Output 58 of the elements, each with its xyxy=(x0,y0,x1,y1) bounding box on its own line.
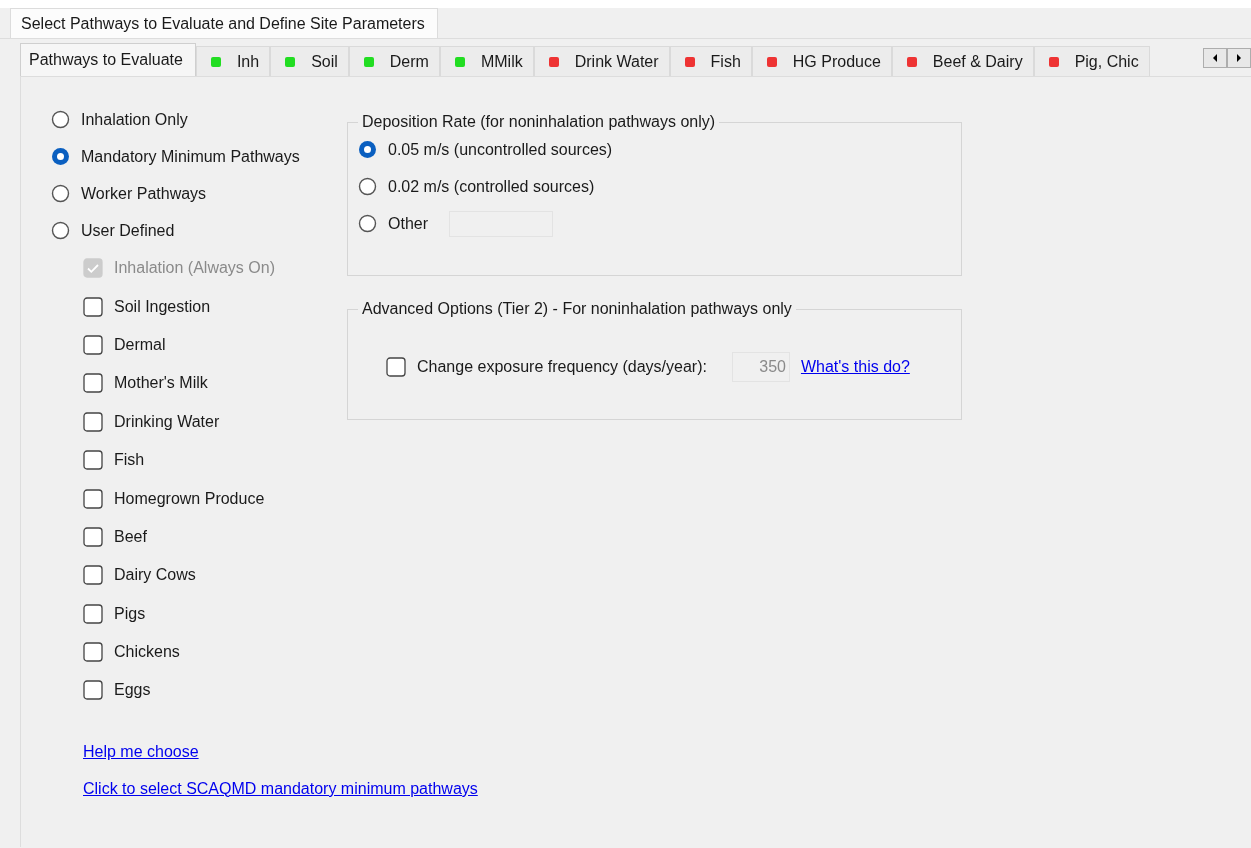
radio-button[interactable] xyxy=(358,214,377,233)
checkbox-label: Pigs xyxy=(114,604,146,623)
link[interactable]: Click to select SCAQMD mandatory minimum pathways xyxy=(83,779,478,798)
checkbox-label: Dermal xyxy=(114,335,166,354)
radio-label: 0.05 m/s (uncontrolled sources) xyxy=(388,140,613,159)
radio-label: Worker Pathways xyxy=(81,184,207,203)
tab[interactable]: Soil xyxy=(270,46,349,76)
checkbox[interactable] xyxy=(83,296,103,317)
tab[interactable]: Derm xyxy=(348,46,440,76)
checkbox-label: Dairy Cows xyxy=(114,566,196,585)
checkbox-label: Mother's Milk xyxy=(114,374,208,393)
checkbox-label: Change exposure frequency (days/year): xyxy=(417,358,707,376)
radio-button[interactable] xyxy=(51,184,70,203)
radio-button[interactable] xyxy=(358,140,377,159)
checkbox[interactable] xyxy=(83,642,103,663)
radio-button[interactable] xyxy=(358,177,377,196)
checkbox[interactable] xyxy=(83,373,103,394)
radio-label: 0.02 m/s (controlled sources) xyxy=(388,177,595,196)
checkbox-label: Soil Ingestion xyxy=(114,297,211,316)
checkbox-label: Beef xyxy=(114,527,147,546)
tab[interactable]: Beef & Dairy xyxy=(891,46,1034,76)
checkbox-label: Eggs xyxy=(114,681,151,700)
tab[interactable]: MMilk xyxy=(439,46,534,76)
checkbox[interactable] xyxy=(83,603,103,624)
scroll-left-button[interactable] xyxy=(1203,48,1227,68)
radio-button[interactable] xyxy=(51,221,70,240)
scroll-right-button[interactable] xyxy=(1227,48,1251,68)
tab[interactable]: Pathways to Evaluate xyxy=(20,43,196,76)
group-title: Deposition Rate (for noninhalation pathways only) xyxy=(361,113,717,131)
checkbox-label: Drinking Water xyxy=(114,412,220,431)
checkbox[interactable] xyxy=(83,411,103,432)
right-arrow-icon xyxy=(1235,53,1243,63)
link[interactable]: What's this do? xyxy=(800,358,910,376)
link[interactable]: Help me choose xyxy=(83,742,199,761)
group-title: Advanced Options (Tier 2) - For noninhalation pathways only xyxy=(361,300,793,318)
tab[interactable]: Pig, Chic xyxy=(1033,46,1150,76)
tab[interactable]: Fish xyxy=(669,46,752,76)
radio-label: User Defined xyxy=(81,221,175,240)
left-arrow-icon xyxy=(1211,53,1219,63)
radio-label: Inhalation Only xyxy=(81,110,188,129)
radio-label: Mandatory Minimum Pathways xyxy=(81,147,300,166)
window-title[interactable]: Select Pathways to Evaluate and Define Site Parameters xyxy=(10,8,438,38)
checkbox-label: Homegrown Produce xyxy=(114,489,265,508)
checkbox[interactable] xyxy=(83,488,103,509)
checkbox-label: Fish xyxy=(114,451,145,470)
checkbox[interactable] xyxy=(83,526,103,547)
radio-button[interactable] xyxy=(51,147,70,166)
checkbox-label: Inhalation (Always On) xyxy=(114,259,275,278)
checkbox[interactable] xyxy=(83,450,103,471)
radio-button[interactable] xyxy=(51,110,70,129)
checkbox[interactable] xyxy=(83,680,103,701)
checkbox-label: Chickens xyxy=(114,643,180,662)
tab[interactable]: HG Produce xyxy=(751,46,892,76)
checkbox[interactable] xyxy=(83,334,103,355)
tab[interactable]: Inh xyxy=(195,46,271,76)
checkbox[interactable] xyxy=(83,565,103,586)
radio-label: Other xyxy=(388,214,428,233)
tab[interactable]: Drink Water xyxy=(533,46,670,76)
